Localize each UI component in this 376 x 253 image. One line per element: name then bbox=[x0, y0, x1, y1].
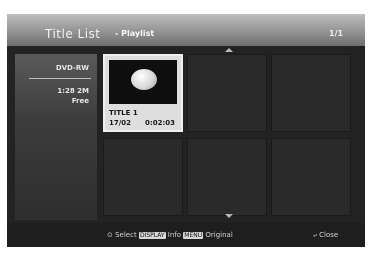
preview-ball bbox=[131, 69, 157, 90]
select-icon: ⊙ bbox=[107, 231, 113, 239]
menu-key[interactable]: MENU bbox=[183, 232, 204, 239]
title-thumbnail[interactable]: TITLE 1 17/02 0:02:03 bbox=[103, 54, 183, 132]
info-label: Info bbox=[167, 231, 182, 239]
empty-slot bbox=[187, 138, 267, 216]
divider bbox=[29, 78, 91, 79]
footer-help: ⊙ Select DISPLAY Info MENU Original bbox=[107, 231, 233, 239]
screen: Title List - Playlist 1/1 DVD-RW 1:28 2M… bbox=[0, 0, 376, 253]
title-grid: TITLE 1 17/02 0:02:03 bbox=[103, 54, 353, 220]
disc-info-panel: DVD-RW 1:28 2M Free bbox=[15, 54, 97, 220]
title-duration: 0:02:03 bbox=[145, 119, 175, 127]
select-label: Select bbox=[115, 231, 137, 239]
title-date: 17/02 bbox=[109, 119, 132, 127]
scroll-down-icon[interactable] bbox=[225, 214, 233, 218]
title-preview-image bbox=[109, 60, 177, 104]
footer-bar: ⊙ Select DISPLAY Info MENU Original ⤶ Cl… bbox=[7, 223, 365, 247]
display-key[interactable]: DISPLAY bbox=[138, 232, 166, 239]
empty-slot bbox=[271, 138, 351, 216]
title-name: TITLE 1 bbox=[109, 109, 138, 117]
title-bar: Title List - Playlist 1/1 bbox=[7, 14, 365, 46]
original-label: Original bbox=[205, 231, 233, 239]
close-label: Close bbox=[319, 231, 339, 239]
free-space-value: 1:28 2M bbox=[57, 87, 89, 95]
return-icon: ⤶ bbox=[313, 231, 317, 239]
empty-slot bbox=[271, 54, 351, 132]
free-space-label: Free bbox=[71, 97, 89, 105]
tv-screen: Title List - Playlist 1/1 DVD-RW 1:28 2M… bbox=[7, 14, 365, 247]
empty-slot bbox=[103, 138, 183, 216]
disc-type: DVD-RW bbox=[55, 64, 89, 72]
page-indicator: 1/1 bbox=[329, 29, 344, 38]
scroll-up-icon[interactable] bbox=[225, 48, 233, 52]
close-hint[interactable]: ⤶ Close bbox=[313, 231, 338, 240]
empty-slot bbox=[187, 54, 267, 132]
page-title: Title List bbox=[45, 27, 101, 41]
page-subtitle: - Playlist bbox=[115, 29, 155, 38]
